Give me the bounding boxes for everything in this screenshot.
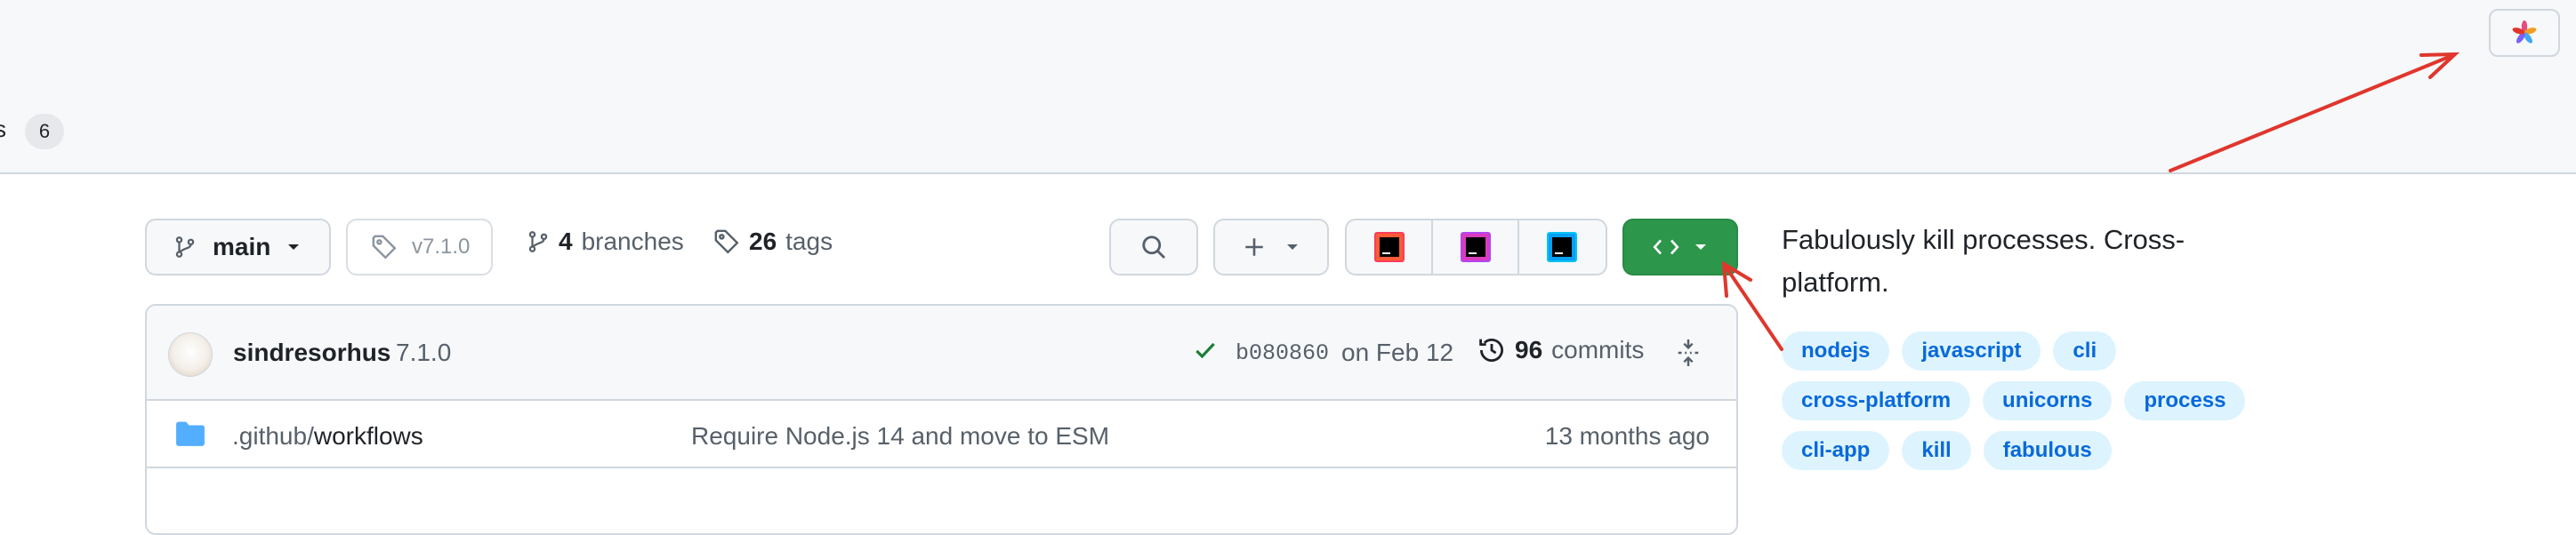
topic-tag[interactable]: cross-platform: [1782, 381, 1971, 420]
add-file-button[interactable]: [1213, 219, 1329, 275]
tag-name: v7.1.0: [412, 235, 471, 259]
topic-tag[interactable]: process: [2124, 381, 2246, 420]
topics-list: nodejs javascript cli cross-platform uni…: [1782, 331, 2280, 470]
caret-down-icon: [1695, 244, 1706, 250]
plus-icon: [1245, 238, 1263, 256]
unfold-icon[interactable]: [1675, 338, 1702, 368]
topic-tag[interactable]: cli: [2053, 331, 2117, 371]
webstorm-icon: [1547, 232, 1578, 262]
tags-count: 26: [749, 228, 777, 255]
branch-name: main: [213, 233, 271, 260]
tag-selector-button[interactable]: v7.1.0: [346, 219, 493, 275]
tags-link[interactable]: 26 tags: [713, 228, 833, 256]
tag-icon: [372, 235, 397, 260]
jetbrains-ide-group: [1345, 219, 1607, 275]
file-browser: sindresorhus 7.1.0 b080860 on Feb 12 96 …: [145, 304, 1738, 535]
topic-tag[interactable]: unicorns: [1983, 381, 2113, 420]
commit-message-link[interactable]: 7.1.0: [396, 339, 451, 367]
repo-description: Fabulously kill processes. Cross-platfor…: [1782, 224, 2186, 298]
code-dropdown-button[interactable]: [1622, 219, 1738, 275]
phpstorm-icon: [1460, 232, 1491, 262]
topic-tag[interactable]: fabulous: [1983, 431, 2112, 470]
code-icon: [1653, 239, 1679, 255]
git-branch-icon: [175, 236, 195, 258]
folder-icon: [176, 421, 205, 446]
commits-count: 96: [1515, 336, 1543, 363]
extension-button[interactable]: [2489, 9, 2560, 57]
file-name-main: workflows: [313, 422, 423, 450]
commits-history-link[interactable]: 96 commits: [1477, 336, 1644, 364]
branches-link[interactable]: 4 branches: [527, 228, 684, 256]
commit-author-link[interactable]: sindresorhus: [233, 339, 390, 367]
topic-tag[interactable]: javascript: [1902, 331, 2041, 371]
topic-tag[interactable]: kill: [1902, 431, 1971, 470]
file-commit-message-link[interactable]: Require Node.js 14 and move to ESM: [691, 422, 1109, 451]
intellij-icon: [1373, 232, 1405, 262]
branches-label: branches: [581, 228, 684, 255]
caret-down-icon: [1287, 244, 1298, 250]
find-file-button[interactable]: [1109, 219, 1198, 275]
git-branch-icon: [528, 231, 548, 252]
file-commit-age: 13 months ago: [1544, 422, 1710, 450]
tab-label-partial[interactable]: s: [0, 116, 6, 143]
branch-selector-button[interactable]: main: [145, 219, 331, 275]
caret-down-icon: [288, 244, 300, 250]
open-in-phpstorm-button[interactable]: [1433, 220, 1519, 274]
table-row[interactable]: .github/workflows Require Node.js 14 and…: [147, 401, 1736, 468]
open-in-webstorm-button[interactable]: [1519, 220, 1606, 274]
tag-icon: [714, 229, 739, 254]
topic-tag[interactable]: nodejs: [1782, 331, 1890, 371]
file-name-prefix: .github/: [232, 422, 314, 450]
commit-sha-link[interactable]: b080860: [1236, 340, 1329, 366]
commits-label: commits: [1551, 336, 1645, 363]
open-in-intellij-button[interactable]: [1347, 220, 1433, 274]
latest-commit-bar: sindresorhus 7.1.0 b080860 on Feb 12 96 …: [147, 306, 1736, 401]
history-icon: [1479, 339, 1503, 362]
check-icon: [1195, 342, 1215, 359]
tags-label: tags: [785, 228, 833, 255]
avatar[interactable]: [168, 332, 213, 377]
tab-counter-badge: 6: [25, 114, 64, 149]
file-name-link[interactable]: .github/workflows: [232, 422, 423, 451]
search-icon: [1142, 236, 1165, 259]
repo-header-band: s 6: [0, 0, 2576, 174]
branches-count: 4: [559, 228, 573, 255]
pinwheel-icon: [2512, 20, 2537, 44]
topic-tag[interactable]: cli-app: [1782, 431, 1890, 470]
commit-date: on Feb 12: [1341, 339, 1454, 366]
